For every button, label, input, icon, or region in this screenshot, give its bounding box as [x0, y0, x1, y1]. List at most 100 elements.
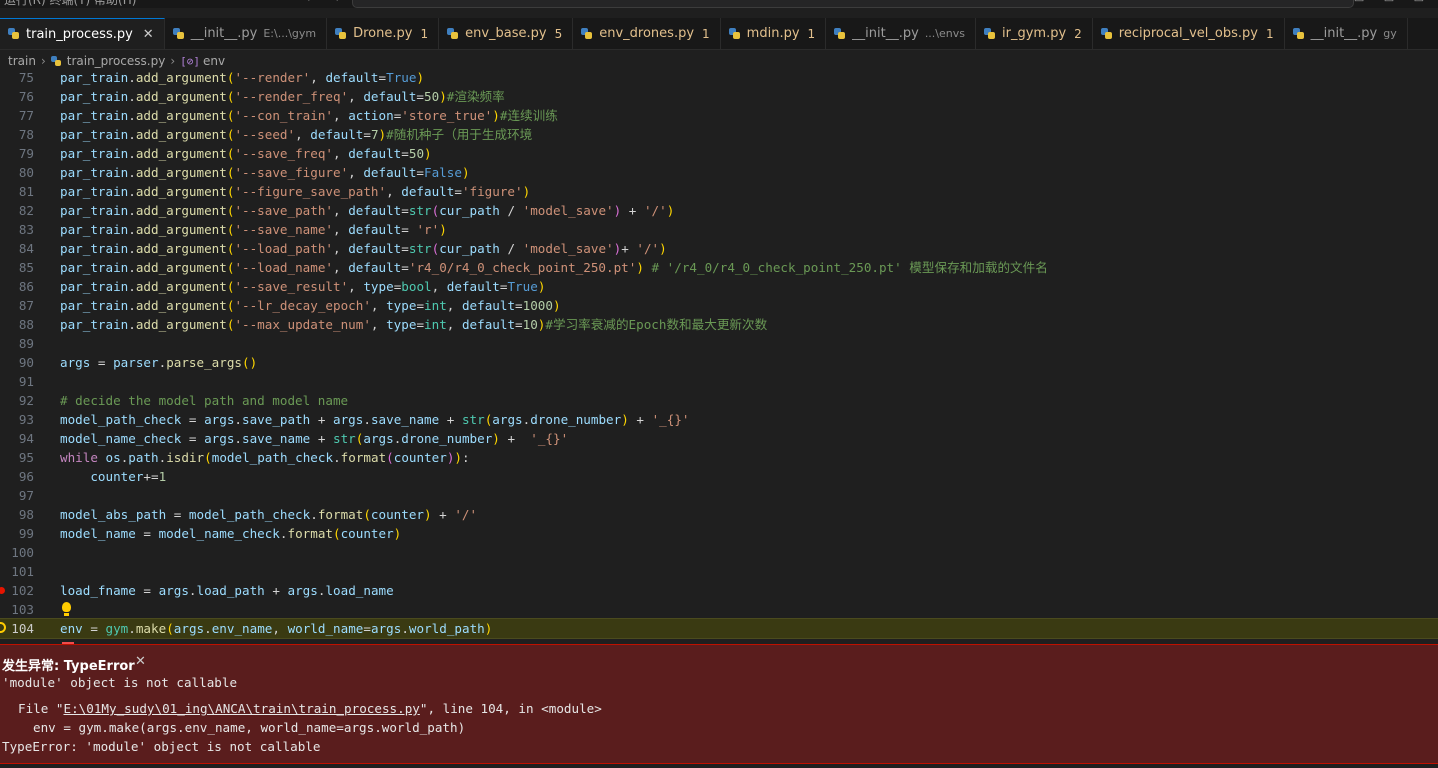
line-number: 102: [11, 583, 34, 598]
line-code: par_train.add_argument('--render', defau…: [60, 68, 424, 87]
code-editor[interactable]: 75 par_train.add_argument('--render', def…: [0, 68, 1438, 644]
code-token: =: [401, 222, 417, 237]
code-line[interactable]: 97: [0, 486, 1438, 505]
code-token: '/': [636, 241, 660, 256]
code-line[interactable]: 81 par_train.add_argument('--figure_save_…: [0, 182, 1438, 201]
code-token: default: [461, 298, 516, 313]
code-line[interactable]: 80 par_train.add_argument('--save_figure'…: [0, 163, 1438, 182]
code-token: =: [135, 526, 159, 541]
line-number: 82: [18, 203, 34, 218]
line-code: model_name_check = args.save_name + str(…: [60, 429, 568, 448]
line-number: 98: [18, 507, 34, 522]
code-token: ): [454, 450, 463, 465]
code-token: =: [401, 146, 409, 161]
tab-0[interactable]: train_process.py ✕: [0, 18, 165, 49]
code-line[interactable]: 94 model_name_check = args.save_name + st…: [0, 429, 1438, 448]
breadcrumb-file[interactable]: train_process.py: [67, 54, 166, 68]
python-file-icon: [581, 27, 593, 40]
line-number: 96: [18, 469, 34, 484]
tab-4[interactable]: env_drones.py 1: [573, 18, 721, 49]
tab-label: reciprocal_vel_obs.py: [1118, 26, 1258, 41]
editor-tab-bar: train_process.py ✕ __init__.py E:\...\gym Dr…: [0, 18, 1438, 50]
code-token: +: [431, 507, 455, 522]
tab-9[interactable]: __init__.py gy: [1285, 18, 1408, 49]
code-token: (: [386, 450, 394, 465]
code-line[interactable]: 92 # decide the model path and model name: [0, 391, 1438, 410]
code-line[interactable]: 95 while os.path.isdir(model_path_check.f…: [0, 448, 1438, 467]
code-token: =: [363, 127, 371, 142]
code-token: '--load_path': [234, 241, 334, 256]
tab-2[interactable]: Drone.py 1: [327, 18, 440, 49]
close-icon[interactable]: ✕: [135, 654, 146, 669]
code-line[interactable]: 99 model_name = model_name_check.format(c…: [0, 524, 1438, 543]
code-line[interactable]: 84 par_train.add_argument('--load_path', …: [0, 239, 1438, 258]
code-token: par_train: [60, 260, 129, 275]
code-line[interactable]: 104 env = gym.make(args.env_name, world_n…: [0, 618, 1438, 639]
tab-8[interactable]: reciprocal_vel_obs.py 1: [1093, 18, 1285, 49]
code-token: (: [363, 507, 371, 522]
code-line[interactable]: 76 par_train.add_argument('--render_freq'…: [0, 87, 1438, 106]
code-line[interactable]: 102 load_fname = args.load_path + args.lo…: [0, 581, 1438, 600]
code-line[interactable]: 78 par_train.add_argument('--seed', defau…: [0, 125, 1438, 144]
code-line[interactable]: 103: [0, 600, 1438, 619]
code-token: model_abs_path: [60, 507, 167, 522]
tab-3[interactable]: env_base.py 5: [439, 18, 574, 49]
tab-6[interactable]: __init__.py ...\envs: [826, 18, 976, 49]
code-token: +=: [143, 469, 159, 484]
breadcrumb-symbol[interactable]: env: [203, 54, 225, 68]
code-line[interactable]: 90 args = parser.parse_args(): [0, 353, 1438, 372]
code-line[interactable]: 98 model_abs_path = model_path_check.form…: [0, 505, 1438, 524]
code-token: add_argument: [135, 203, 227, 218]
line-number: 103: [11, 602, 34, 617]
forward-arrow-icon[interactable]: →: [330, 0, 340, 5]
line-number: 89: [18, 336, 34, 351]
menu-bar-text[interactable]: 运行(R) 终端(T) 帮助(H): [4, 0, 136, 8]
python-file-icon: [50, 55, 62, 67]
tab-7[interactable]: ir_gym.py 2: [976, 18, 1093, 49]
code-token: '--save_freq': [234, 146, 334, 161]
code-line[interactable]: 75 par_train.add_argument('--render', def…: [0, 68, 1438, 87]
lightbulb-icon[interactable]: [62, 602, 71, 616]
code-token: model_name_check: [60, 431, 182, 446]
code-token: #学习率衰减的Epoch数和最大更新次数: [545, 317, 768, 332]
back-arrow-icon[interactable]: ←: [306, 0, 316, 5]
code-line[interactable]: 93 model_path_check = args.save_path + ar…: [0, 410, 1438, 429]
code-token: ,: [333, 222, 349, 237]
code-token: add_argument: [135, 70, 227, 85]
code-token: add_argument: [135, 127, 227, 142]
tab-1[interactable]: __init__.py E:\...\gym: [165, 18, 328, 49]
code-line[interactable]: 83 par_train.add_argument('--save_name', …: [0, 220, 1438, 239]
code-token: 50: [408, 146, 425, 161]
line-number: 97: [18, 488, 34, 503]
breadcrumb-folder[interactable]: train: [8, 54, 36, 68]
code-token: env_name: [211, 621, 273, 636]
code-token: load_path: [196, 583, 265, 598]
code-token: model_name_check: [158, 526, 280, 541]
code-line[interactable]: 88 par_train.add_argument('--max_update_n…: [0, 315, 1438, 334]
code-line[interactable]: 89: [0, 334, 1438, 353]
code-token: .: [279, 526, 288, 541]
code-line[interactable]: 87 par_train.add_argument('--lr_decay_epo…: [0, 296, 1438, 315]
code-token: .: [128, 222, 136, 237]
code-line[interactable]: 101: [0, 562, 1438, 581]
code-line[interactable]: 85 par_train.add_argument('--load_name', …: [0, 258, 1438, 277]
code-token: ,: [370, 298, 387, 313]
code-token: ,: [348, 279, 364, 294]
exception-file-link[interactable]: E:\01My_sudy\01_ing\ANCA\train\train_pro…: [64, 701, 420, 716]
code-token: default: [348, 222, 402, 237]
code-line[interactable]: 86 par_train.add_argument('--save_result'…: [0, 277, 1438, 296]
code-line[interactable]: 77 par_train.add_argument('--con_train', …: [0, 106, 1438, 125]
code-token: '--load_name': [234, 260, 334, 275]
code-line[interactable]: 96 counter+=1: [0, 467, 1438, 486]
command-center[interactable]: [352, 0, 1354, 8]
close-icon[interactable]: ✕: [143, 27, 154, 42]
code-token: ): [424, 507, 432, 522]
code-line[interactable]: 100: [0, 543, 1438, 562]
code-token: format: [317, 507, 364, 522]
code-line[interactable]: 82 par_train.add_argument('--save_path', …: [0, 201, 1438, 220]
layout-buttons[interactable]: ▭ ▭ ▭: [1354, 0, 1432, 5]
code-line[interactable]: 79 par_train.add_argument('--save_freq', …: [0, 144, 1438, 163]
code-line[interactable]: 91: [0, 372, 1438, 391]
code-token: model_path_check: [211, 450, 334, 465]
tab-5[interactable]: mdin.py 1: [721, 18, 827, 49]
